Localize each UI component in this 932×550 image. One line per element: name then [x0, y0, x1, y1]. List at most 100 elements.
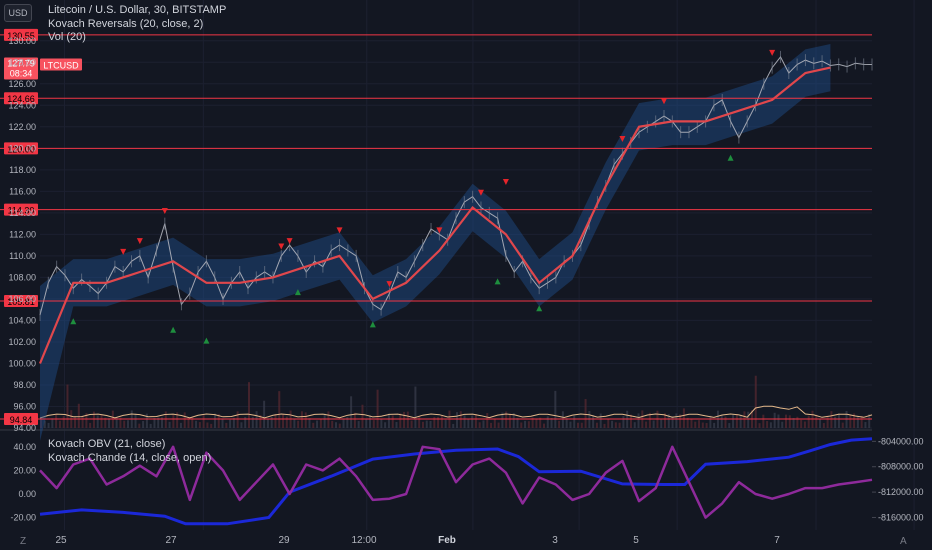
volume-bar: [77, 403, 80, 428]
volume-bar: [588, 411, 591, 428]
osc-right-tick-label: -816000.00: [878, 512, 924, 522]
y-tick-label: 122.00: [8, 122, 36, 132]
y-tick-label: 114.00: [9, 208, 36, 218]
auto-scale-button[interactable]: A: [900, 536, 907, 547]
volume-bar: [558, 420, 561, 428]
x-tick-label: 29: [278, 535, 290, 546]
x-tick-label: 5: [633, 535, 639, 546]
sell-marker: [769, 49, 776, 56]
volume-bar: [202, 415, 205, 428]
volume-bar: [603, 423, 606, 428]
volume-bar: [493, 419, 496, 428]
volume-bar: [743, 411, 746, 428]
volume-bar: [463, 415, 466, 428]
volume-bar: [645, 421, 648, 428]
volume-bar: [429, 420, 432, 428]
volume-bar: [183, 412, 186, 428]
volume-bar: [758, 423, 761, 428]
volume-bar: [47, 422, 50, 428]
x-tick-label: Feb: [438, 535, 456, 546]
volume-bar: [357, 421, 360, 428]
volume-bar: [123, 420, 126, 428]
buy-marker: [494, 278, 501, 285]
osc-left-tick-label: 0.00: [18, 489, 36, 499]
volume-bar: [781, 421, 784, 428]
volume-bar: [327, 411, 330, 428]
volume-bar: [406, 411, 409, 428]
volume-bar: [350, 396, 353, 428]
volume-bar: [580, 422, 583, 428]
volume-bar: [221, 418, 224, 428]
volume-bar: [108, 418, 111, 428]
volume-bar: [629, 414, 632, 428]
volume-bar: [754, 375, 757, 428]
volume-bar: [724, 416, 727, 428]
volume-bar: [841, 422, 844, 428]
symbol-tag: LTCUSD: [43, 61, 79, 71]
volume-bar: [319, 419, 322, 428]
volume-bar: [845, 410, 848, 428]
volume-bar: [792, 417, 795, 428]
reversal-markers: [70, 49, 776, 344]
price-tag-countdown: 08:34: [10, 69, 33, 79]
volume-bar: [206, 422, 209, 428]
x-tick-label: 7: [774, 535, 780, 546]
indicator-legend-reversals[interactable]: Kovach Reversals (20, close, 2): [48, 18, 203, 30]
sell-marker: [502, 178, 509, 185]
volume-bar: [709, 415, 712, 428]
buy-marker: [727, 154, 734, 161]
volume-bar: [372, 420, 375, 428]
volume-bar: [168, 421, 171, 428]
volume-bar: [516, 417, 519, 428]
zoom-reset-button[interactable]: Z: [20, 536, 26, 547]
volume-bar: [225, 422, 228, 428]
volume-bar: [860, 416, 863, 428]
y-tick-label: 128.00: [8, 57, 36, 67]
volume-bar: [100, 414, 103, 428]
volume-bar: [149, 423, 152, 428]
volume-bar: [728, 423, 731, 428]
y-tick-label: 106.00: [8, 294, 36, 304]
volume-bar: [864, 422, 867, 428]
volume-bar: [81, 416, 84, 428]
volume-bar: [410, 420, 413, 428]
volume-bar: [399, 413, 402, 428]
volume-bar: [822, 423, 825, 428]
volume-bar: [739, 414, 742, 428]
indicator-legend-volume[interactable]: Vol (20): [48, 31, 86, 43]
volume-bar: [266, 418, 269, 428]
y-tick-label: 118.00: [9, 165, 36, 175]
indicator-legend-chande[interactable]: Kovach Chande (14, close, open): [48, 452, 211, 464]
volume-bar: [248, 382, 250, 428]
indicator-legend-obv[interactable]: Kovach OBV (21, close): [48, 438, 165, 450]
volume-bar: [285, 416, 288, 428]
y-tick-label: 126.00: [8, 79, 36, 89]
y-tick-label: 96.00: [13, 401, 36, 411]
osc-left-tick-label: 20.00: [13, 465, 36, 475]
volume-bar: [762, 414, 765, 428]
volume-bar: [210, 423, 213, 428]
sell-marker: [278, 243, 285, 250]
volume-bar: [856, 415, 859, 428]
volume-bar: [482, 420, 485, 428]
volume-bar: [452, 423, 455, 428]
volume-bar: [478, 422, 481, 428]
volume-bar: [471, 415, 474, 428]
volume-bar: [849, 414, 852, 428]
volume-bar: [800, 419, 803, 428]
volume-bar: [769, 422, 772, 428]
volume-bar: [395, 422, 398, 428]
volume-bar: [62, 416, 65, 428]
volume-bar: [263, 400, 266, 428]
volume-bar: [520, 422, 523, 428]
volume-bar: [652, 420, 655, 428]
currency-button[interactable]: USD: [4, 4, 32, 22]
osc-right-tick-label: -808000.00: [878, 462, 924, 472]
volume-bar: [732, 414, 735, 428]
chart-canvas[interactable]: 130.55124.66120.00114.30105.8194.84127.7…: [0, 0, 932, 550]
volume-bar: [361, 404, 364, 428]
volume-bar: [694, 421, 697, 428]
y-tick-label: 124.00: [8, 100, 36, 110]
volume-bar: [300, 411, 303, 428]
volume-bar: [316, 420, 319, 428]
